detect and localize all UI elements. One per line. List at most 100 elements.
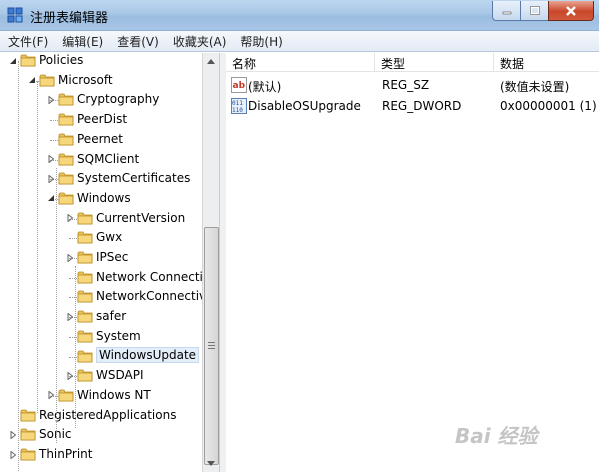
folder-icon bbox=[77, 289, 93, 303]
menu-edit[interactable]: 编辑(E) bbox=[56, 33, 109, 50]
expand-arrow-icon[interactable] bbox=[46, 174, 55, 183]
expand-arrow-icon[interactable] bbox=[65, 371, 74, 380]
collapse-arrow-icon[interactable] bbox=[46, 194, 55, 203]
folder-icon bbox=[77, 230, 93, 244]
tree-item[interactable]: Cryptography bbox=[6, 90, 202, 109]
window-title: 注册表编辑器 bbox=[30, 11, 109, 26]
svg-text:ab: ab bbox=[233, 81, 246, 91]
tree-item[interactable]: safer bbox=[6, 307, 202, 326]
tree-item[interactable]: WindowsUpdate bbox=[6, 346, 202, 366]
title-bar: 注册表编辑器 bbox=[0, 0, 599, 31]
scrollbar-thumb[interactable] bbox=[204, 227, 219, 465]
tree-item[interactable]: WSDAPI bbox=[6, 366, 202, 385]
menu-file[interactable]: 文件(F) bbox=[2, 33, 54, 50]
maximize-button[interactable] bbox=[520, 1, 549, 21]
tree-item[interactable]: SQMClient bbox=[6, 150, 202, 169]
tree-item[interactable]: RegisteredApplications bbox=[6, 406, 202, 425]
folder-icon bbox=[77, 349, 93, 363]
close-button[interactable] bbox=[548, 1, 594, 21]
registry-editor-icon bbox=[7, 7, 23, 23]
tree-item-label: PeerDist bbox=[77, 112, 128, 127]
tree-item[interactable]: Policies bbox=[6, 53, 202, 70]
minimize-icon bbox=[502, 11, 511, 14]
tree-item-label: System bbox=[96, 328, 141, 343]
value-row[interactable]: ab (默认) REG_SZ (数值未设置) bbox=[226, 75, 599, 95]
expand-arrow-icon[interactable] bbox=[65, 312, 74, 321]
value-data: 0x00000001 (1) bbox=[500, 99, 597, 113]
tree-item-label: Gwx bbox=[96, 230, 123, 245]
tree-item-label: SQMClient bbox=[77, 151, 140, 166]
tree-item-label: WindowsUpdate bbox=[96, 346, 200, 363]
tree-item-label: Windows NT bbox=[77, 387, 151, 402]
folder-icon bbox=[77, 250, 93, 264]
folder-icon bbox=[58, 152, 74, 166]
folder-icon bbox=[77, 309, 93, 323]
folder-icon bbox=[20, 53, 36, 67]
folder-icon bbox=[58, 92, 74, 106]
folder-icon bbox=[58, 171, 74, 185]
tree-item-label: Microsoft bbox=[58, 72, 113, 87]
tree-item-label: ThinPrint bbox=[39, 447, 93, 461]
svg-text:011: 011 bbox=[232, 100, 243, 107]
tree-item[interactable]: Peernet bbox=[6, 130, 202, 149]
folder-icon bbox=[58, 112, 74, 126]
tree-vertical-scrollbar[interactable] bbox=[202, 53, 219, 472]
binary-value-icon: 011 110 bbox=[231, 98, 247, 114]
tree-item-label: IPSec bbox=[96, 250, 129, 264]
minimize-button[interactable] bbox=[492, 1, 521, 21]
tree-item[interactable]: NetworkConnectivi bbox=[6, 287, 202, 306]
column-header-data[interactable]: 数据 bbox=[494, 53, 599, 72]
column-header-type[interactable]: 类型 bbox=[375, 53, 494, 72]
folder-icon bbox=[58, 191, 74, 205]
expand-arrow-icon[interactable] bbox=[8, 430, 17, 439]
tree-item[interactable]: Microsoft bbox=[6, 71, 202, 90]
expand-arrow-icon[interactable] bbox=[65, 214, 74, 223]
expand-arrow-icon[interactable] bbox=[46, 155, 55, 164]
column-header-name[interactable]: 名称 bbox=[226, 53, 375, 72]
tree-item[interactable]: Windows NT bbox=[6, 386, 202, 405]
string-value-icon: ab bbox=[231, 77, 247, 93]
folder-icon bbox=[20, 408, 36, 422]
menu-help[interactable]: 帮助(H) bbox=[234, 33, 288, 50]
tree-item[interactable]: Gwx bbox=[6, 228, 202, 247]
tree-item-label: CurrentVersion bbox=[96, 210, 186, 225]
menu-favorites[interactable]: 收藏夹(A) bbox=[167, 33, 233, 50]
menu-bar: 文件(F) 编辑(E) 查看(V) 收藏夹(A) 帮助(H) bbox=[0, 31, 599, 52]
expand-arrow-icon[interactable] bbox=[65, 253, 74, 262]
tree-item-label: Peernet bbox=[77, 131, 123, 146]
tree-item[interactable]: Sonic bbox=[6, 425, 202, 444]
scroll-up-icon bbox=[207, 58, 215, 64]
registry-key-tree[interactable]: Policies Microsoft Cryptography PeerDist Pee… bbox=[6, 53, 202, 472]
tree-item-label: NetworkConnectivi bbox=[96, 289, 202, 304]
value-data: (数值未设置) bbox=[500, 80, 570, 94]
expand-arrow-icon[interactable] bbox=[46, 391, 55, 400]
tree-item-label: Windows bbox=[77, 190, 131, 205]
tree-item[interactable]: System bbox=[6, 327, 202, 346]
tree-item[interactable]: Network Connectio bbox=[6, 268, 202, 287]
tree-item-label: Network Connectio bbox=[96, 269, 202, 284]
tree-item-label: RegisteredApplications bbox=[39, 407, 177, 422]
value-row[interactable]: 011 110 DisableOSUpgrade REG_DWORD 0x000… bbox=[226, 96, 599, 116]
tree-item[interactable]: PeerDist bbox=[6, 110, 202, 129]
folder-icon bbox=[77, 211, 93, 225]
tree-item[interactable]: Windows bbox=[6, 189, 202, 208]
value-type: REG_SZ bbox=[382, 78, 430, 92]
expand-arrow-icon[interactable] bbox=[46, 95, 55, 104]
tree-item[interactable]: CurrentVersion bbox=[6, 209, 202, 228]
expand-arrow-icon[interactable] bbox=[8, 450, 17, 459]
svg-text:110: 110 bbox=[232, 107, 243, 114]
scroll-down-arrow[interactable] bbox=[203, 455, 219, 471]
scroll-up-arrow[interactable] bbox=[203, 53, 219, 69]
collapse-arrow-icon[interactable] bbox=[8, 56, 17, 65]
tree-item[interactable]: IPSec bbox=[6, 248, 202, 267]
folder-icon bbox=[58, 132, 74, 146]
window-controls bbox=[492, 1, 594, 21]
tree-item[interactable]: SystemCertificates bbox=[6, 169, 202, 188]
collapse-arrow-icon[interactable] bbox=[27, 76, 36, 85]
tree-item[interactable]: ThinPrint bbox=[6, 445, 202, 464]
tree-item-label: safer bbox=[96, 309, 127, 324]
tree-item-label: SystemCertificates bbox=[77, 171, 191, 186]
scroll-down-icon bbox=[207, 460, 215, 466]
value-type: REG_DWORD bbox=[382, 99, 462, 113]
menu-view[interactable]: 查看(V) bbox=[111, 33, 165, 50]
